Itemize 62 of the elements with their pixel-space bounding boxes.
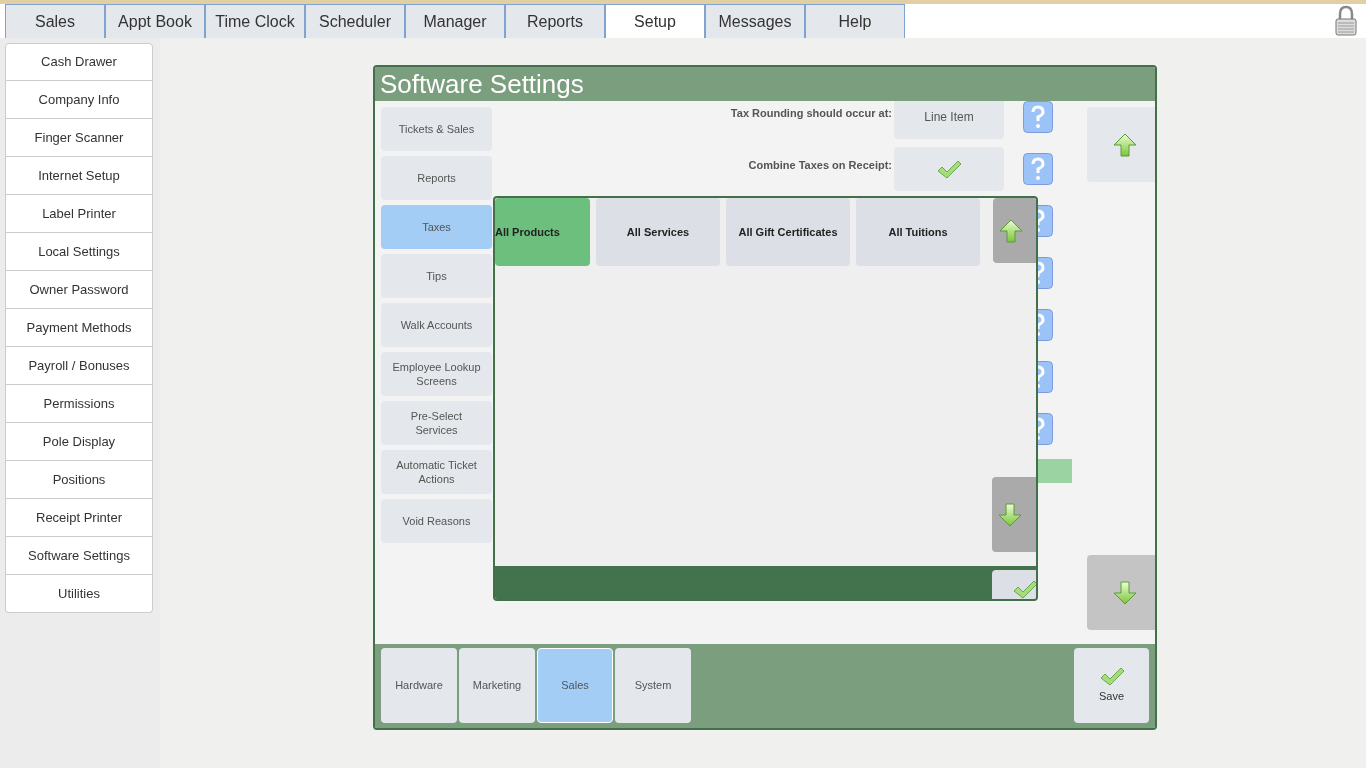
nav-tab[interactable]: Time Clock [205, 4, 305, 38]
sidebar-item[interactable]: Payment Methods [5, 309, 153, 347]
help-button[interactable] [1023, 153, 1053, 185]
nav-tab[interactable]: Manager [405, 4, 505, 38]
category-button[interactable]: Reports [381, 156, 492, 200]
check-icon [936, 159, 962, 179]
nav-tab[interactable]: Messages [705, 4, 805, 38]
section-tab[interactable]: Marketing [459, 648, 535, 723]
up-arrow-icon [1112, 132, 1137, 157]
help-icon [1023, 101, 1053, 133]
category-button[interactable]: Tickets & Sales [381, 107, 492, 151]
setting-label: Tax Rounding should occur at: [729, 105, 893, 121]
scroll-down-button[interactable] [1087, 555, 1155, 630]
save-button[interactable]: Save [1074, 648, 1149, 723]
category-button[interactable]: Void Reasons [381, 499, 492, 543]
check-icon [1098, 666, 1125, 687]
nav-tab[interactable]: Sales [5, 4, 105, 38]
category-tab[interactable]: All Tuitions [856, 198, 980, 266]
sidebar-item[interactable]: Positions [5, 461, 153, 499]
sidebar-item[interactable]: Cash Drawer [5, 43, 153, 81]
sidebar-item[interactable]: Software Settings [5, 537, 153, 575]
setting-value-button[interactable]: Line Item [894, 101, 1004, 139]
sidebar-item[interactable]: Payroll / Bonuses [5, 347, 153, 385]
sidebar-item[interactable]: Receipt Printer [5, 499, 153, 537]
up-arrow-icon [998, 218, 1023, 243]
category-tab[interactable]: All Services [596, 198, 720, 266]
nav-tab[interactable]: Help [805, 4, 905, 38]
nav-tab[interactable]: Setup [605, 4, 705, 38]
category-button[interactable]: Pre-Select Services [381, 401, 492, 445]
category-button[interactable]: Tips [381, 254, 492, 298]
sidebar-item[interactable]: Internet Setup [5, 157, 153, 195]
help-icon [1023, 153, 1053, 185]
category-button[interactable]: Employee Lookup Screens [381, 352, 492, 396]
confirm-button[interactable] [992, 570, 1036, 599]
sidebar-item[interactable]: Pole Display [5, 423, 153, 461]
panel-title: Software Settings [375, 67, 1155, 101]
check-icon [1012, 579, 1036, 599]
down-arrow-icon [1112, 580, 1137, 605]
sidebar-item[interactable]: Finger Scanner [5, 119, 153, 157]
sidebar-item[interactable]: Utilities [5, 575, 153, 613]
lock-icon [1334, 5, 1358, 37]
scroll-up-button[interactable] [1087, 107, 1155, 182]
section-tab[interactable]: Hardware [381, 648, 457, 723]
toggle-button[interactable] [894, 147, 1004, 191]
nav-tab[interactable]: Scheduler [305, 4, 405, 38]
help-button[interactable] [1023, 101, 1053, 133]
category-button[interactable]: Taxes [381, 205, 492, 249]
sidebar-item[interactable]: Owner Password [5, 271, 153, 309]
category-button[interactable]: Automatic Ticket Actions [381, 450, 492, 494]
section-tab[interactable]: System [615, 648, 691, 723]
section-tab[interactable]: Sales [537, 648, 613, 723]
nav-tab[interactable]: Appt Book [105, 4, 205, 38]
sidebar-item[interactable]: Label Printer [5, 195, 153, 233]
sidebar-item[interactable]: Company Info [5, 81, 153, 119]
down-arrow-icon [997, 502, 1022, 527]
sidebar-item[interactable]: Permissions [5, 385, 153, 423]
nav-tab[interactable]: Reports [505, 4, 605, 38]
setting-label: Combine Taxes on Receipt: [747, 157, 893, 173]
category-tab[interactable]: All Products [495, 198, 590, 266]
category-tab[interactable]: All Gift Certificates [726, 198, 850, 266]
category-button[interactable]: Walk Accounts [381, 303, 492, 347]
sidebar-item[interactable]: Local Settings [5, 233, 153, 271]
